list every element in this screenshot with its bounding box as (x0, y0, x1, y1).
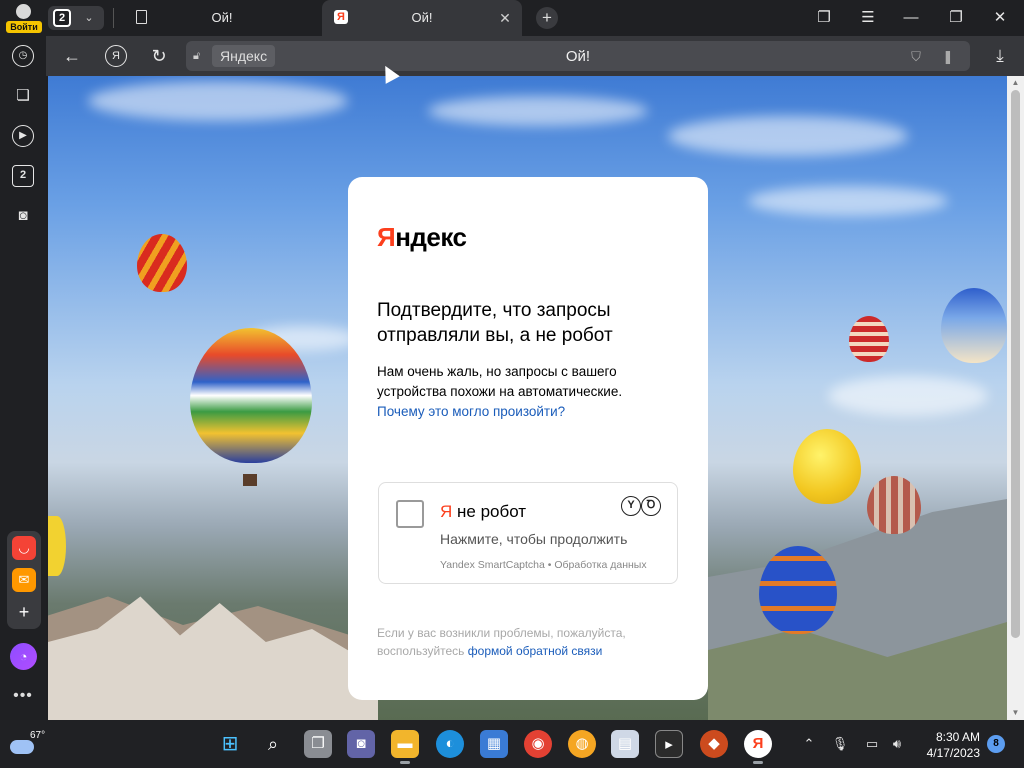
page-scrollbar[interactable]: ▲ ▼ (1007, 76, 1024, 720)
hot-air-balloon (793, 429, 861, 504)
cloud (668, 116, 908, 156)
close-tab-icon[interactable]: ✕ (496, 9, 514, 27)
store-icon[interactable]: ▦ (480, 730, 508, 758)
hot-air-balloon (849, 316, 889, 362)
hot-air-balloon (867, 476, 921, 534)
download-icon[interactable]: ⤓ (988, 44, 1012, 68)
captcha-logo-y-icon: Y (621, 496, 641, 516)
hot-air-balloon (48, 516, 66, 576)
tab-count-button[interactable]: 2 ⌄ (48, 6, 104, 30)
teams-chat-icon[interactable]: ◙ (347, 730, 375, 758)
feedback-link[interactable]: формой обратной связи (468, 644, 603, 658)
chevron-up-icon[interactable]: ⌃ (799, 734, 819, 754)
smartcaptcha-logo: YꝹ (621, 495, 665, 517)
tab-title: Ой! (211, 10, 233, 25)
restore-button[interactable]: ❐ (943, 6, 969, 30)
profile-button[interactable]: Войти (6, 3, 42, 33)
clock-date: 4/17/2023 (926, 746, 980, 760)
divider (113, 8, 114, 28)
browser-toolbar: ← Я ↻ 🔓︎ Яндекс Ой! ⛉ ❚ ⤓ (46, 36, 1024, 76)
new-tab-button[interactable]: + (536, 7, 558, 29)
tab-active[interactable]: Я Ой! ✕ (322, 0, 522, 36)
description-text: Нам очень жаль, но запросы с вашего устр… (377, 364, 623, 399)
captcha-hint: Нажмите, чтобы продолжить (440, 531, 628, 547)
windows-taskbar: 67° ⊞ ⌕ ❐ ◙ ▬ ◐ ▦ ◉ ◍ ▤ ▸ ◆ Я ⌃ 🎙︎ ▭ 🔊︎ … (0, 720, 1024, 768)
market-bag-icon[interactable]: ◡ (12, 536, 36, 560)
clock-time: 8:30 AM (935, 730, 980, 744)
back-button[interactable]: ← (60, 44, 84, 68)
sidebar-apps: ◡ ✉ + (7, 531, 41, 629)
reload-button[interactable]: ↻ (147, 44, 171, 68)
captcha-card: Яндекс Подтвердите, что запросы отправля… (348, 177, 708, 700)
file-explorer-icon[interactable]: ▬ (391, 730, 419, 764)
cloud (828, 376, 988, 416)
description: Нам очень жаль, но запросы с вашего устр… (377, 362, 627, 422)
side-panel: ◷ ❏ ▶ 2 ◙ ◡ ✉ + ◔ ••• (0, 36, 46, 720)
protect-shield-icon[interactable]: ⛉ (906, 47, 926, 67)
captcha-footer: Yandex SmartCaptcha • Обработка данных (440, 559, 647, 571)
search-icon[interactable]: ⌕ (259, 730, 287, 758)
help-text: Если у вас возникли проблемы, пожалуйста… (377, 624, 657, 660)
volume-icon[interactable]: 🔊︎ (887, 734, 907, 754)
weather-widget[interactable]: 67° (8, 728, 48, 760)
captcha-title: Я не робот (440, 502, 527, 521)
collections-icon[interactable]: ❐ (811, 6, 837, 30)
not-robot-checkbox[interactable] (396, 500, 424, 528)
vpn-app-icon[interactable]: ◍ (568, 730, 596, 758)
add-app-icon[interactable]: + (12, 600, 36, 624)
hot-air-balloon (759, 546, 837, 634)
balloon-basket (243, 474, 257, 486)
cloud (88, 81, 348, 121)
history-icon[interactable]: ◷ (12, 45, 34, 67)
address-bar[interactable]: 🔓︎ Яндекс Ой! ⛉ ❚ (186, 41, 970, 71)
why-link[interactable]: Почему это могло произойти? (377, 404, 565, 419)
screenshot-camera-icon[interactable]: ◙ (12, 205, 34, 227)
tab-title: Ой! (411, 10, 433, 25)
network-icon[interactable]: ▭ (862, 734, 882, 754)
bookmarks-icon[interactable]: ❏ (12, 85, 34, 107)
alice-assistant-icon[interactable]: ◔ (10, 643, 37, 670)
address-title: Ой! (565, 48, 591, 65)
app-shield-icon[interactable]: ◆ (700, 730, 728, 758)
clock[interactable]: 8:30 AM 4/17/2023 (910, 729, 980, 761)
yandex-home-button[interactable]: Я (105, 45, 127, 67)
hot-air-balloon (941, 288, 1007, 363)
chevron-down-icon: ⌄ (84, 12, 94, 24)
yandex-browser-icon[interactable]: Я (744, 730, 772, 764)
tab-first[interactable]: Ой! (122, 0, 322, 36)
tab-strip: Войти 2 ⌄ Ой! Я Ой! ✕ + ❐ ☰ — ❐ ✕ (0, 0, 1024, 36)
menu-icon[interactable]: ☰ (855, 6, 881, 30)
more-icon[interactable]: ••• (8, 686, 38, 706)
scroll-thumb[interactable] (1011, 90, 1020, 638)
user-icon (16, 4, 31, 19)
tab-count: 2 (53, 9, 71, 27)
yandex-logo: Яндекс (377, 222, 467, 252)
chrome-icon[interactable]: ◉ (524, 730, 552, 758)
minimize-button[interactable]: — (898, 6, 924, 30)
hot-air-balloon (137, 234, 187, 292)
start-windows-icon[interactable]: ⊞ (216, 730, 244, 758)
microphone-icon[interactable]: 🎙︎ (830, 734, 850, 754)
terminal-icon[interactable]: ▸ (655, 730, 683, 758)
edge-browser-icon[interactable]: ◐ (436, 730, 464, 758)
smartcaptcha-widget[interactable]: Я не робот Нажмите, чтобы продолжить YꝹ … (378, 482, 678, 584)
mail-envelope-icon[interactable]: ✉ (12, 568, 36, 592)
hot-air-balloon (190, 328, 312, 463)
page-title: Подтвердите, что запросы отправляли вы, … (377, 300, 613, 346)
tabs-badge-icon[interactable]: 2 (12, 165, 34, 187)
close-window-button[interactable]: ✕ (987, 6, 1013, 30)
scroll-up-icon[interactable]: ▲ (1010, 78, 1021, 88)
task-view-icon[interactable]: ❐ (304, 730, 332, 758)
bookmark-icon[interactable]: ❚ (938, 47, 958, 67)
captcha-logo-arc-icon: Ꝺ (641, 496, 661, 516)
cloud (428, 96, 648, 126)
notification-badge[interactable]: 8 (987, 735, 1005, 753)
weather-cloud-icon (10, 740, 34, 754)
login-badge: Войти (6, 21, 42, 33)
video-play-icon[interactable]: ▶ (12, 125, 34, 147)
temperature: 67° (30, 730, 46, 741)
cloud (748, 186, 948, 216)
monitor-app-icon[interactable]: ▤ (611, 730, 639, 758)
scroll-down-icon[interactable]: ▼ (1010, 708, 1021, 718)
